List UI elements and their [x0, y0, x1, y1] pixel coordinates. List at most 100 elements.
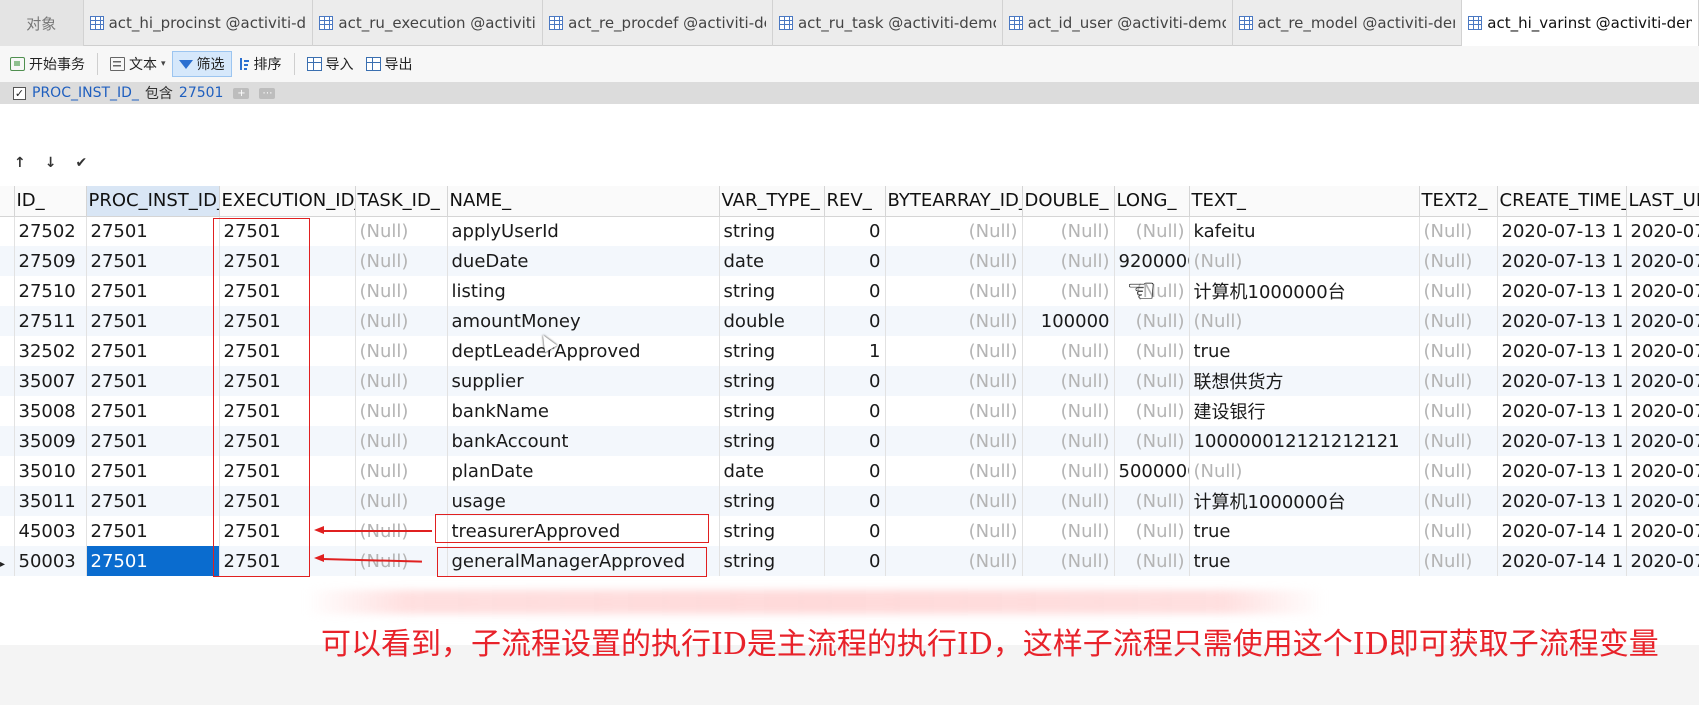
table-cell[interactable]: 0	[824, 426, 886, 456]
table-cell[interactable]: 0	[824, 456, 886, 486]
table-cell[interactable]: (Null)	[1419, 216, 1498, 246]
table-cell[interactable]: 建设银行	[1189, 396, 1420, 426]
table-cell[interactable]: (Null)	[355, 336, 448, 366]
table-cell[interactable]: (Null)	[1022, 336, 1115, 366]
table-cell[interactable]: string	[719, 486, 825, 516]
table-cell[interactable]: 27501	[86, 306, 220, 336]
table-cell[interactable]: 27501	[86, 336, 220, 366]
table-cell[interactable]: bankName	[447, 396, 720, 426]
table-cell[interactable]: 35007	[14, 366, 87, 396]
table-cell[interactable]: kafeitu	[1189, 216, 1420, 246]
table-cell[interactable]: 2020-07	[1626, 246, 1699, 276]
column-header[interactable]: TEXT2_	[1419, 186, 1498, 217]
table-cell[interactable]: (Null)	[1419, 336, 1498, 366]
table-cell[interactable]: 0	[824, 366, 886, 396]
table-cell[interactable]: 2020-07-14 1	[1497, 546, 1627, 576]
apply-check-icon[interactable]: ✔	[75, 155, 87, 171]
table-cell[interactable]: 0	[824, 546, 886, 576]
chevron-down-icon[interactable]: ▾	[161, 59, 166, 69]
table-cell[interactable]: (Null)	[1419, 366, 1498, 396]
table-cell[interactable]: (Null)	[355, 306, 448, 336]
table-cell[interactable]: (Null)	[355, 456, 448, 486]
table-cell[interactable]: (Null)	[885, 216, 1023, 246]
table-cell[interactable]: (Null)	[355, 276, 448, 306]
table-cell[interactable]: (Null)	[1419, 276, 1498, 306]
table-cell[interactable]: (Null)	[1189, 456, 1420, 486]
row-indicator[interactable]: ▸	[0, 546, 15, 576]
table-cell[interactable]: 32502	[14, 336, 87, 366]
table-cell[interactable]: (Null)	[1022, 396, 1115, 426]
table-cell[interactable]: string	[719, 276, 825, 306]
table-cell[interactable]: (Null)	[885, 306, 1023, 336]
table-cell[interactable]: (Null)	[1114, 396, 1190, 426]
table-cell[interactable]: 2020-07	[1626, 396, 1699, 426]
table-cell[interactable]: (Null)	[1189, 246, 1420, 276]
table-cell[interactable]: 联想供货方	[1189, 366, 1420, 396]
table-cell[interactable]: 27501	[86, 276, 220, 306]
column-header[interactable]: PROC_INST_ID_	[86, 186, 220, 217]
table-cell[interactable]: (Null)	[1419, 426, 1498, 456]
table-cell[interactable]: (Null)	[1022, 366, 1115, 396]
column-header[interactable]: NAME_	[447, 186, 720, 217]
table-cell[interactable]: 35011	[14, 486, 87, 516]
table-cell[interactable]: (Null)	[1189, 306, 1420, 336]
table-cell[interactable]: (Null)	[1114, 216, 1190, 246]
table-cell[interactable]: (Null)	[885, 486, 1023, 516]
table-cell[interactable]: (Null)	[885, 276, 1023, 306]
table-cell[interactable]: 2020-07-13 1	[1497, 426, 1627, 456]
table-cell[interactable]: 27501	[86, 456, 220, 486]
table-cell[interactable]: 2020-07-13 1	[1497, 276, 1627, 306]
column-header[interactable]: CREATE_TIME_	[1497, 186, 1627, 217]
table-cell[interactable]: 0	[824, 516, 886, 546]
table-cell[interactable]: deptLeaderApproved	[447, 336, 720, 366]
table-cell[interactable]: (Null)	[1022, 516, 1115, 546]
row-indicator[interactable]	[0, 276, 15, 306]
row-indicator[interactable]	[0, 336, 15, 366]
table-cell[interactable]: 2020-07-13 1	[1497, 396, 1627, 426]
table-cell[interactable]: (Null)	[355, 426, 448, 456]
column-header[interactable]: TASK_ID_	[355, 186, 448, 217]
table-cell[interactable]: (Null)	[1022, 456, 1115, 486]
column-header[interactable]: BYTEARRAY_ID_	[885, 186, 1023, 217]
row-indicator[interactable]	[0, 486, 15, 516]
table-cell[interactable]: 2020-07-13 1	[1497, 216, 1627, 246]
table-cell[interactable]: (Null)	[885, 546, 1023, 576]
table-cell[interactable]: 2020-07	[1626, 546, 1699, 576]
table-cell[interactable]: date	[719, 246, 825, 276]
table-cell[interactable]: (Null)	[1419, 246, 1498, 276]
table-cell[interactable]: date	[719, 456, 825, 486]
filter-value[interactable]: 27501	[179, 85, 224, 101]
table-cell[interactable]: (Null)	[355, 246, 448, 276]
table-cell[interactable]: string	[719, 516, 825, 546]
table-cell[interactable]: 45003	[14, 516, 87, 546]
table-cell[interactable]: 2020-07-13 1	[1497, 336, 1627, 366]
add-filter-icon[interactable]: +	[233, 87, 250, 99]
table-cell[interactable]: string	[719, 546, 825, 576]
table-cell[interactable]: 计算机1000000台	[1189, 276, 1420, 306]
row-indicator[interactable]	[0, 516, 15, 546]
table-cell[interactable]: planDate	[447, 456, 720, 486]
row-indicator[interactable]	[0, 396, 15, 426]
table-cell[interactable]: 27501	[86, 366, 220, 396]
tab-table[interactable]: act_ru_execution @activiti-...	[313, 0, 544, 46]
table-cell[interactable]: (Null)	[1419, 306, 1498, 336]
table-cell[interactable]: 100000012121212121	[1189, 426, 1420, 456]
table-cell[interactable]: (Null)	[1022, 216, 1115, 246]
table-cell[interactable]: (Null)	[1114, 516, 1190, 546]
tab-table[interactable]: act_re_model @activiti-dem...	[1233, 0, 1463, 46]
table-cell[interactable]: (Null)	[1114, 336, 1190, 366]
table-cell[interactable]: (Null)	[1022, 276, 1115, 306]
filter-operator[interactable]: 包含	[145, 83, 173, 103]
table-cell[interactable]: 27501	[86, 246, 220, 276]
table-cell[interactable]: string	[719, 366, 825, 396]
table-cell[interactable]: 35009	[14, 426, 87, 456]
table-cell[interactable]: (Null)	[1419, 546, 1498, 576]
table-cell[interactable]: (Null)	[885, 516, 1023, 546]
filter-enabled-checkbox[interactable]: ✓	[13, 86, 26, 100]
table-cell[interactable]: 27509	[14, 246, 87, 276]
filter-button[interactable]: 筛选	[171, 51, 232, 77]
table-cell[interactable]: 2020-07-13 1	[1497, 456, 1627, 486]
table-cell[interactable]: (Null)	[1022, 546, 1115, 576]
table-cell[interactable]: 2020-07	[1626, 306, 1699, 336]
column-header[interactable]: ID_	[14, 186, 87, 217]
